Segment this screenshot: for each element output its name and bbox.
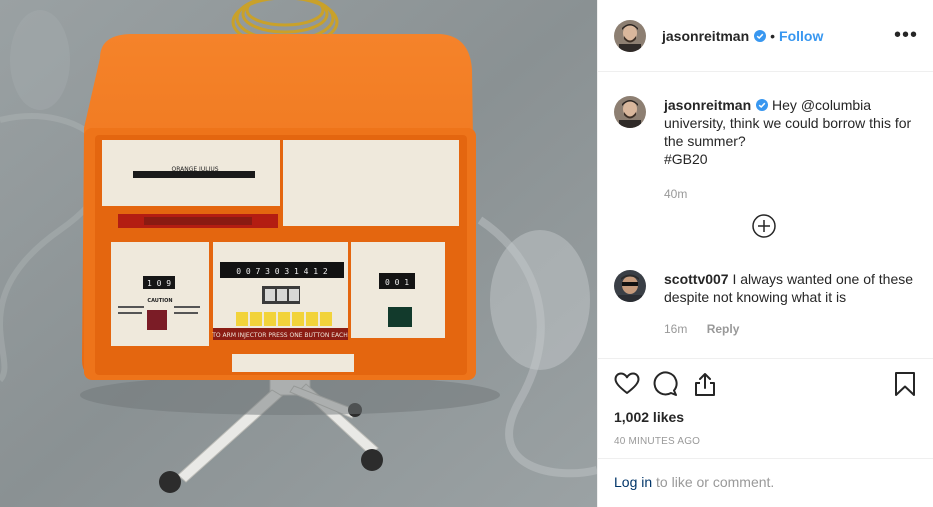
warning-strip: TO ARM INJECTOR PRESS ONE BUTTON EACH (211, 332, 347, 339)
post-timestamp[interactable]: 40 MINUTES AGO (614, 436, 918, 447)
caption-body: jasonreitman Hey @columbia university, t… (664, 96, 918, 203)
instagram-post: ORANGE JULIUS 1 0 9 CAUTION 0 0 7 3 0 3 … (0, 0, 933, 507)
load-more-comments-icon[interactable] (752, 214, 776, 238)
more-options-icon[interactable]: ••• (894, 24, 918, 47)
caution-label: CAUTION (147, 298, 172, 304)
header-separator: • (770, 27, 776, 44)
author-avatar[interactable] (614, 19, 646, 52)
avatar-image (614, 96, 646, 128)
caption-time[interactable]: 40m (664, 187, 687, 201)
orange-device-photo: ORANGE JULIUS 1 0 9 CAUTION 0 0 7 3 0 3 … (0, 0, 597, 507)
share-upload-icon[interactable] (692, 371, 718, 397)
follow-button[interactable]: Follow (779, 28, 823, 44)
reply-button[interactable]: Reply (707, 322, 740, 336)
post-side-panel: jasonreitman • Follow ••• jasonreitman H… (597, 0, 933, 507)
post-actions: 1,002 likes 40 MINUTES AGO (598, 358, 933, 460)
caption-hashtag[interactable]: #GB20 (664, 151, 708, 167)
login-to-comment-bar: Log in to like or comment. (598, 458, 933, 507)
like-heart-icon[interactable] (614, 371, 640, 397)
commenter-avatar[interactable] (614, 270, 646, 302)
comment-meta: 16m Reply (664, 320, 918, 338)
avatar-image (614, 19, 646, 52)
login-prompt-text: to like or comment. (656, 474, 775, 490)
caption-username[interactable]: jasonreitman (664, 97, 751, 113)
right-counter: 0 0 1 (385, 278, 409, 287)
likes-count[interactable]: 1,002 likes (614, 409, 918, 425)
comment-time[interactable]: 16m (664, 322, 687, 336)
center-digit-display: 0 0 7 3 0 3 1 4 1 2 (236, 267, 328, 276)
post-header: jasonreitman • Follow ••• (598, 0, 933, 72)
device-nameplate: ORANGE JULIUS (171, 166, 218, 173)
comment-username[interactable]: scottv007 (664, 271, 729, 287)
left-counter: 1 0 9 (147, 279, 171, 288)
verified-badge-icon (754, 29, 767, 42)
verified-badge-icon (756, 99, 769, 111)
avatar-image (614, 270, 646, 302)
caption-avatar[interactable] (614, 96, 646, 128)
comment-item: scottv007 I always wanted one of these d… (614, 270, 918, 338)
bookmark-save-icon[interactable] (892, 371, 918, 397)
caption: jasonreitman Hey @columbia university, t… (614, 96, 918, 203)
comment-body: scottv007 I always wanted one of these d… (664, 270, 918, 338)
comment-bubble-icon[interactable] (652, 371, 678, 397)
author-username[interactable]: jasonreitman (662, 28, 749, 44)
post-image[interactable]: ORANGE JULIUS 1 0 9 CAUTION 0 0 7 3 0 3 … (0, 0, 597, 507)
action-icon-row (614, 359, 918, 411)
login-link[interactable]: Log in (614, 474, 652, 490)
caption-meta: 40m (664, 185, 918, 203)
